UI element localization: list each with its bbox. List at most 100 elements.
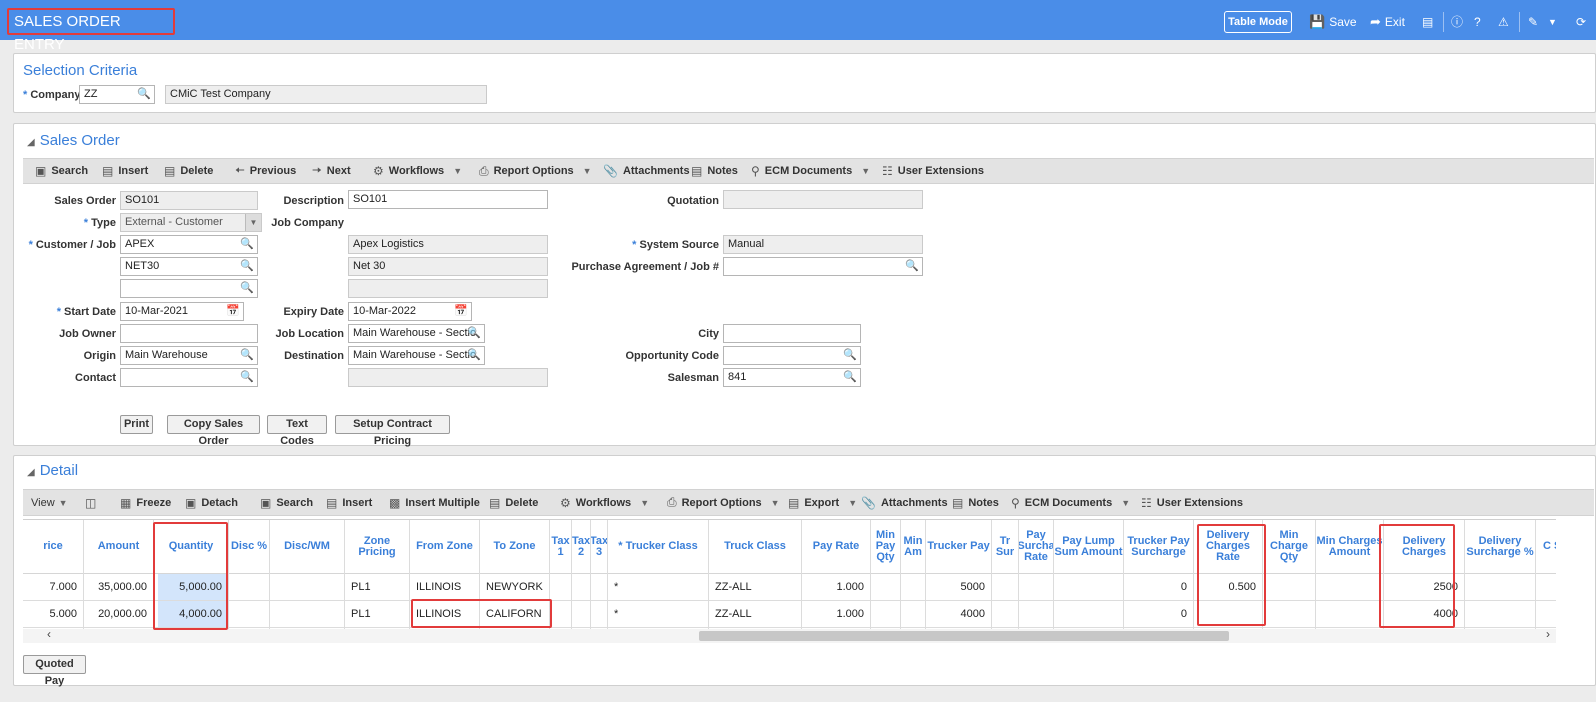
grid-cell[interactable]: [992, 574, 1018, 601]
column-header[interactable]: Tr Sur: [992, 520, 1018, 574]
grid-cell[interactable]: *: [608, 601, 708, 628]
search-button[interactable]: ▣ Search: [35, 159, 88, 183]
workflows-button[interactable]: ⚙ Workflows ▼: [373, 159, 462, 183]
job-location-input[interactable]: Main Warehouse - Sectio 🔍: [348, 324, 485, 343]
quoted-pay-button[interactable]: Quoted Pay: [23, 655, 86, 687]
job-owner-input[interactable]: [120, 324, 258, 343]
chevron-right-icon[interactable]: ›: [1546, 627, 1550, 641]
insert-multiple-button[interactable]: ▩ Insert Multiple: [389, 490, 480, 515]
grid-cell[interactable]: [270, 574, 344, 601]
copy-sales-order-button[interactable]: Copy Sales Order: [167, 415, 260, 447]
grid-cell[interactable]: [871, 574, 900, 601]
column-header[interactable]: Pay Rate: [802, 520, 870, 574]
grid-cell[interactable]: [1054, 601, 1123, 628]
detail-title[interactable]: ◢ Detail: [27, 462, 78, 479]
warning-icon[interactable]: ⚠: [1498, 11, 1509, 33]
sales-order-title[interactable]: ◢ Sales Order: [27, 132, 120, 149]
origin-input[interactable]: Main Warehouse 🔍: [120, 346, 258, 365]
print-button[interactable]: Print: [120, 415, 153, 434]
detach-button[interactable]: ▣ Detach: [185, 490, 238, 515]
grid-cell[interactable]: [1263, 601, 1315, 628]
grid-cell[interactable]: 5.000: [23, 601, 83, 628]
opportunity-code-input[interactable]: 🔍: [723, 346, 861, 365]
attachments-button[interactable]: 📎 Attachments: [603, 159, 690, 183]
user-extensions-button[interactable]: ☷ User Extensions: [882, 159, 984, 183]
terms-input[interactable]: NET30 🔍: [120, 257, 258, 276]
setup-contract-pricing-button[interactable]: Setup Contract Pricing: [335, 415, 450, 447]
table-mode-button[interactable]: Table Mode: [1224, 11, 1292, 33]
grid-cell[interactable]: 5000: [926, 574, 991, 601]
customer-input[interactable]: APEX 🔍: [120, 235, 258, 254]
grid-cell[interactable]: ZZ-ALL: [709, 601, 801, 628]
export-button[interactable]: ▤ Export ▼: [788, 490, 857, 515]
grid-cell[interactable]: [572, 601, 590, 628]
start-date-input[interactable]: 10-Mar-2021 📅: [120, 302, 244, 321]
column-header[interactable]: Trucker Pay: [926, 520, 991, 574]
chevron-left-icon[interactable]: ‹: [47, 627, 51, 641]
exit-button[interactable]: ➦ Exit: [1370, 11, 1405, 33]
grid-cell[interactable]: ZZ-ALL: [709, 574, 801, 601]
grid-cell[interactable]: [992, 601, 1018, 628]
next-button[interactable]: 🠆 Next: [312, 159, 351, 183]
column-header[interactable]: Min Charges Amount: [1316, 520, 1383, 574]
column-header[interactable]: Min Pay Qty: [871, 520, 900, 574]
report-options-button[interactable]: ⎙ Report Options ▼: [479, 159, 592, 183]
detail-search-button[interactable]: ▣ Search: [260, 490, 313, 515]
horizontal-scrollbar[interactable]: ‹ ›: [23, 627, 1556, 643]
detail-insert-button[interactable]: ▤ Insert: [326, 490, 372, 515]
company-input[interactable]: ZZ 🔍: [79, 85, 155, 104]
column-header[interactable]: Truck Class: [709, 520, 801, 574]
column-header[interactable]: Pay Lump Sum Amount: [1054, 520, 1123, 574]
grid-cell[interactable]: 1.000: [802, 574, 870, 601]
column-header[interactable]: Tax 2: [572, 520, 590, 574]
ecm-documents-button[interactable]: ⚲ ECM Documents ▼: [751, 159, 870, 183]
grid-cell[interactable]: [901, 601, 925, 628]
grid-cell[interactable]: [591, 601, 607, 628]
column-header[interactable]: From Zone: [410, 520, 479, 574]
grid-cell[interactable]: 0: [1124, 574, 1193, 601]
column-header[interactable]: Tax 1: [550, 520, 571, 574]
column-header[interactable]: C Su: [1536, 520, 1556, 574]
detail-attachments-button[interactable]: 📎 Attachments: [861, 490, 948, 515]
contact-input[interactable]: 🔍: [120, 368, 258, 387]
grid-cell[interactable]: 1.000: [802, 601, 870, 628]
chevron-down-icon[interactable]: ▼: [1548, 11, 1557, 33]
grid-cell[interactable]: NEWYORK: [480, 574, 549, 601]
detail-workflows-button[interactable]: ⚙ Workflows ▼: [560, 490, 649, 515]
grid-cell[interactable]: [871, 601, 900, 628]
type-select[interactable]: External - Customer ▼: [120, 213, 262, 232]
grid-cell[interactable]: 7.000: [23, 574, 83, 601]
view-menu[interactable]: View ▼: [31, 490, 68, 515]
job-input[interactable]: 🔍: [120, 279, 258, 298]
grid-cell[interactable]: [1465, 574, 1535, 601]
grid-cell[interactable]: *: [608, 574, 708, 601]
column-header[interactable]: * Trucker Class: [608, 520, 708, 574]
grid-cell[interactable]: 4000: [926, 601, 991, 628]
notes-button[interactable]: ▤ Notes: [691, 159, 738, 183]
scrollbar-thumb[interactable]: [699, 631, 1229, 641]
freeze-button[interactable]: ▦ Freeze: [120, 490, 171, 515]
grid-cell[interactable]: [901, 574, 925, 601]
detail-report-options-button[interactable]: ⎙ Report Options ▼: [667, 490, 780, 515]
column-header[interactable]: Amount: [84, 520, 153, 574]
grid-cell[interactable]: 35,000.00: [84, 574, 153, 601]
column-header[interactable]: Disc/WM: [270, 520, 344, 574]
grid-cell[interactable]: [1536, 574, 1556, 601]
grid-cell[interactable]: [1263, 574, 1315, 601]
detail-delete-button[interactable]: ▤ Delete: [489, 490, 538, 515]
grid-cell[interactable]: ILLINOIS: [410, 574, 479, 601]
previous-button[interactable]: 🠄 Previous: [235, 159, 296, 183]
edit-icon[interactable]: ✎: [1528, 11, 1538, 33]
grid-cell[interactable]: [229, 574, 269, 601]
grid-cell[interactable]: [229, 601, 269, 628]
insert-button[interactable]: ▤ Insert: [102, 159, 148, 183]
search-icon[interactable]: 🔍: [137, 86, 151, 103]
column-header[interactable]: Trucker Pay Surcharge: [1124, 520, 1193, 574]
reports-icon[interactable]: ▤: [1422, 11, 1433, 33]
expiry-date-input[interactable]: 10-Mar-2022 📅: [348, 302, 472, 321]
column-header[interactable]: To Zone: [480, 520, 549, 574]
grid-cell[interactable]: [270, 601, 344, 628]
grid-cell[interactable]: [1054, 574, 1123, 601]
info-icon[interactable]: ⓘ: [1451, 11, 1463, 33]
column-header[interactable]: rice: [23, 520, 83, 574]
